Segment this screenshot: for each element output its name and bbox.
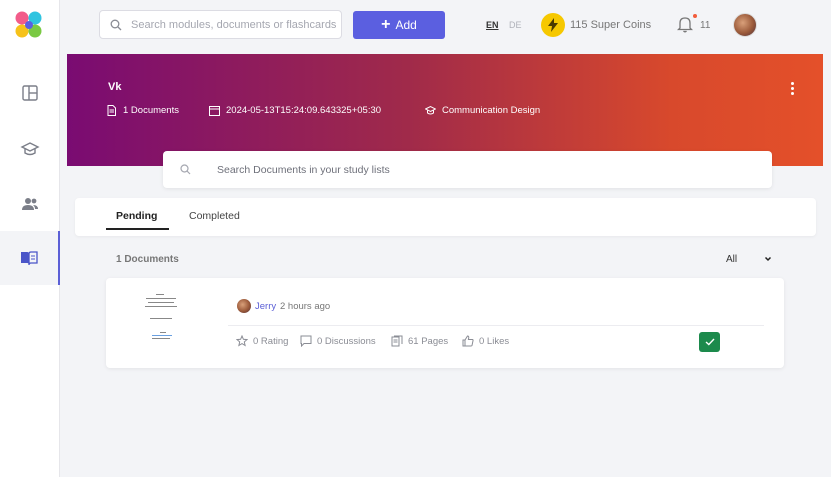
sidebar xyxy=(0,0,60,477)
documents-count: 1 Documents xyxy=(123,105,179,116)
pages-stat: 61 Pages xyxy=(391,335,448,347)
notification-dot xyxy=(693,14,697,18)
sidebar-item-courses[interactable] xyxy=(0,122,60,176)
likes-stat[interactable]: 0 Likes xyxy=(462,335,509,347)
notification-count: 11 xyxy=(700,20,711,31)
active-tab-indicator xyxy=(106,228,169,230)
pages-icon xyxy=(391,335,403,347)
star-icon xyxy=(236,335,248,347)
discussions-label: 0 Discussions xyxy=(317,335,376,347)
more-options-icon[interactable] xyxy=(791,82,795,95)
graduation-cap-icon xyxy=(425,105,436,115)
documents-meta: 1 Documents xyxy=(106,105,179,116)
study-list-banner: Vk 1 Documents 2024-05-13T15:24:09.64332… xyxy=(67,54,823,166)
thumbs-up-icon xyxy=(462,335,474,347)
search-icon xyxy=(180,164,191,175)
super-coins-label[interactable]: 115 Super Coins xyxy=(570,19,651,31)
check-icon xyxy=(705,338,715,346)
document-icon xyxy=(107,105,116,116)
author-avatar[interactable] xyxy=(237,299,251,313)
status-tabs: Pending Completed xyxy=(75,198,816,236)
global-search-placeholder: Search modules, documents or flashcards xyxy=(131,18,337,31)
language-de[interactable]: DE xyxy=(509,20,522,30)
language-en[interactable]: EN xyxy=(486,20,499,30)
filter-select[interactable]: All xyxy=(726,254,737,265)
tab-completed[interactable]: Completed xyxy=(189,210,240,222)
sidebar-item-study-lists[interactable] xyxy=(0,231,60,285)
search-icon xyxy=(110,19,122,30)
sidebar-item-dashboard[interactable] xyxy=(0,66,60,120)
documents-count-label: 1 Documents xyxy=(116,254,179,265)
graduation-cap-icon xyxy=(20,142,40,156)
tab-pending[interactable]: Pending xyxy=(116,210,157,222)
add-button[interactable]: + Add xyxy=(353,11,445,39)
rating-label: 0 Rating xyxy=(253,335,289,347)
document-card[interactable]: Jerry 2 hours ago 0 Rating 0 Discussions… xyxy=(106,278,784,368)
bell-icon[interactable] xyxy=(677,15,693,33)
discussions-stat[interactable]: 0 Discussions xyxy=(300,335,376,347)
rating-stat[interactable]: 0 Rating xyxy=(236,335,288,347)
user-avatar[interactable] xyxy=(733,13,757,37)
plus-icon: + xyxy=(381,16,391,33)
sidebar-item-community[interactable] xyxy=(0,177,60,231)
created-date: 2024-05-13T15:24:09.643325+05:30 xyxy=(226,105,382,116)
author-name[interactable]: Jerry xyxy=(255,301,276,312)
date-meta: 2024-05-13T15:24:09.643325+05:30 xyxy=(209,105,381,116)
comment-icon xyxy=(300,335,312,347)
users-icon xyxy=(22,198,38,210)
category-label: Communication Design xyxy=(442,105,541,116)
category-meta: Communication Design xyxy=(425,105,540,116)
upload-time: 2 hours ago xyxy=(280,301,331,312)
document-thumbnail[interactable] xyxy=(136,290,188,348)
study-list-title: Vk xyxy=(108,81,122,93)
documents-search-input[interactable]: Search Documents in your study lists xyxy=(163,151,772,188)
calendar-icon xyxy=(209,106,220,116)
documents-search-placeholder: Search Documents in your study lists xyxy=(217,163,390,176)
likes-label: 0 Likes xyxy=(479,335,510,347)
add-button-label: Add xyxy=(395,18,417,32)
layout-icon xyxy=(22,85,38,101)
pages-label: 61 Pages xyxy=(408,335,449,347)
card-divider xyxy=(228,325,764,326)
app-logo[interactable] xyxy=(14,10,44,40)
book-icon xyxy=(21,251,38,266)
global-search-input[interactable]: Search modules, documents or flashcards xyxy=(99,10,342,39)
chevron-down-icon[interactable] xyxy=(764,255,772,263)
lightning-icon[interactable] xyxy=(541,13,565,37)
mark-completed-button[interactable] xyxy=(699,332,720,352)
